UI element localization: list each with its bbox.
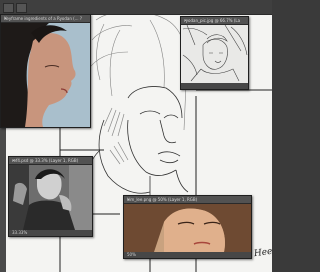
window-statusbar: 50%: [124, 252, 251, 258]
close-icon[interactable]: ×: [184, 17, 188, 21]
zoom-level: 50%: [127, 252, 136, 257]
window-titlebar[interactable]: ref4.psd @ 33.3% (Layer 1, RGB) ×: [9, 157, 92, 165]
window-titlebar[interactable]: ryodan_pic.jpg @ 66.7% (Layer 1, RGB/8)×: [181, 17, 248, 25]
close-icon[interactable]: ×: [12, 157, 16, 161]
reference-image-bw: [9, 165, 92, 230]
app-menu-bar: [0, 0, 272, 15]
reference-image-profile: [1, 23, 90, 127]
window-titlebar[interactable]: Keyframe ingredients of a Ryodan (... ? ×: [1, 15, 90, 23]
reference-image-color: [124, 204, 251, 252]
window-title: kim_lee.png @ 50% (Layer 1, RGB): [127, 197, 198, 202]
menu-icon[interactable]: [3, 3, 14, 13]
close-icon[interactable]: ×: [4, 15, 8, 19]
window-statusbar: [181, 83, 248, 89]
reference-window-sketch[interactable]: ryodan_pic.jpg @ 66.7% (Layer 1, RGB/8)×: [180, 16, 249, 90]
zoom-level: 33.33%: [12, 230, 28, 235]
reference-window-profile[interactable]: Keyframe ingredients of a Ryodan (... ? ×: [0, 14, 91, 128]
tool-options-icon[interactable]: [16, 3, 27, 13]
close-icon[interactable]: ×: [127, 196, 131, 200]
reference-image-sketch: [181, 25, 248, 83]
window-title: ref4.psd @ 33.3% (Layer 1, RGB): [12, 158, 79, 163]
window-title: Keyframe ingredients of a Ryodan (... ?: [4, 16, 82, 21]
reference-window-bw-photo[interactable]: ref4.psd @ 33.3% (Layer 1, RGB) × 33.33%: [8, 156, 93, 237]
window-titlebar[interactable]: kim_lee.png @ 50% (Layer 1, RGB) ×: [124, 196, 251, 204]
window-title: ryodan_pic.jpg @ 66.7% (Layer 1, RGB/8): [184, 18, 240, 23]
window-statusbar: 33.33%: [9, 230, 92, 236]
reference-window-color-photo[interactable]: kim_lee.png @ 50% (Layer 1, RGB) × 50%: [123, 195, 252, 259]
